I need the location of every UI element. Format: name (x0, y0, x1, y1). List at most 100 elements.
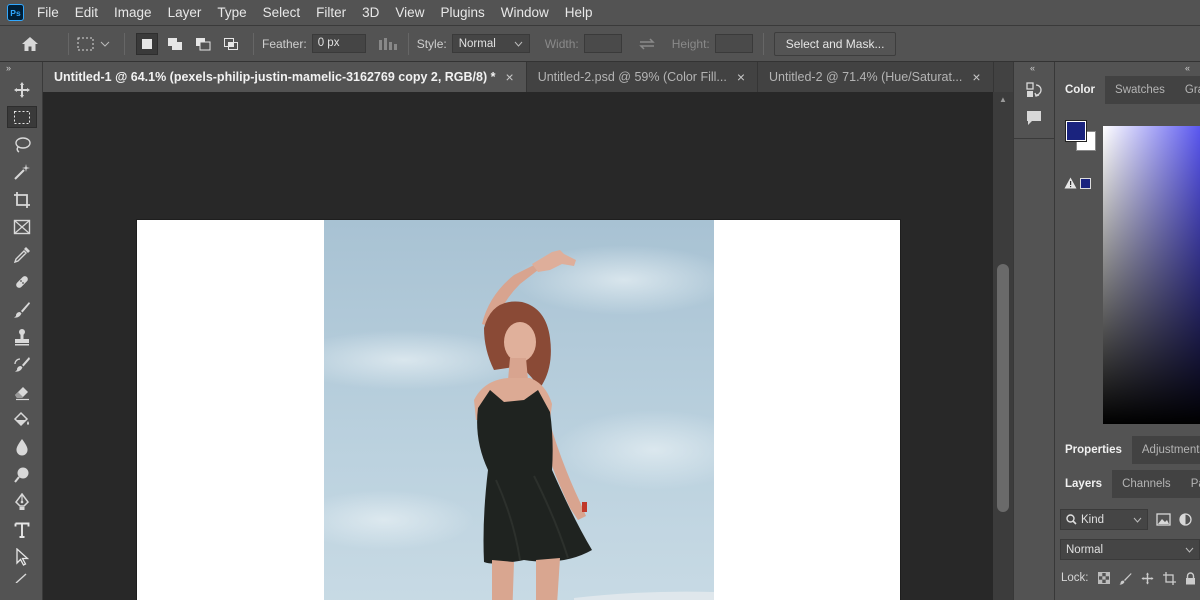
comments-panel-button[interactable] (1014, 104, 1054, 132)
menu-help[interactable]: Help (557, 5, 601, 20)
lock-all-icon[interactable] (1185, 571, 1196, 585)
options-bar: Feather: 0 px Style: Normal Width: Heigh… (0, 26, 1200, 62)
menu-layer[interactable]: Layer (160, 5, 210, 20)
tab-color[interactable]: Color (1055, 76, 1106, 104)
tool-type[interactable] (0, 516, 43, 544)
add-selection-icon (168, 37, 182, 50)
tab-gradients[interactable]: Grad (1175, 76, 1200, 104)
tool-eyedropper[interactable] (0, 241, 43, 269)
photo-illustration (324, 220, 714, 600)
tab-swatches[interactable]: Swatches (1105, 76, 1175, 104)
layer-filter-kind-dropdown[interactable]: Kind (1060, 509, 1148, 530)
history-panel-button[interactable] (1014, 76, 1054, 104)
height-label: Height: (671, 36, 710, 51)
tool-brush[interactable] (0, 296, 43, 324)
tab-untitled-1[interactable]: Untitled-1 @ 64.1% (pexels-philip-justin… (43, 62, 527, 92)
lock-row: Lock: (1055, 569, 1200, 587)
lasso-icon (14, 137, 31, 153)
tool-history-brush[interactable] (0, 351, 43, 379)
layer-filter-row: Kind (1055, 509, 1200, 530)
menu-file[interactable]: File (35, 5, 67, 20)
expand-toolbar-button[interactable]: » (0, 62, 42, 76)
add-selection-button[interactable] (164, 33, 186, 55)
tool-dodge[interactable] (0, 461, 43, 489)
menu-plugins[interactable]: Plugins (432, 5, 492, 20)
swap-arrows-icon[interactable] (638, 37, 656, 50)
dodge-icon (13, 467, 28, 483)
width-input[interactable] (583, 34, 622, 53)
tool-eraser[interactable] (0, 379, 43, 407)
feather-input[interactable]: 0 px (311, 34, 366, 53)
tool-blur[interactable] (0, 434, 43, 462)
tool-magic-wand[interactable] (0, 159, 43, 187)
tool-pen[interactable] (0, 489, 43, 517)
history-brush-icon (13, 356, 30, 372)
menu-select[interactable]: Select (255, 5, 309, 20)
tool-move[interactable] (0, 76, 43, 104)
menu-edit[interactable]: Edit (67, 5, 106, 20)
divider (124, 32, 125, 55)
frame-icon (13, 220, 30, 235)
web-safe-color-swatch[interactable] (1080, 177, 1091, 189)
tool-crop[interactable] (0, 186, 43, 214)
image-filter-icon[interactable] (1156, 513, 1171, 526)
lock-image-pixels-icon[interactable] (1119, 572, 1132, 585)
scroll-up-icon[interactable]: ▲ (993, 92, 1013, 108)
tab-layers[interactable]: Layers (1055, 470, 1113, 498)
intersect-selection-button[interactable] (220, 33, 242, 55)
menu-type[interactable]: Type (209, 5, 254, 20)
menu-3d[interactable]: 3D (354, 5, 387, 20)
lock-position-icon[interactable] (1141, 572, 1154, 585)
collapse-dock-button[interactable]: « (1014, 62, 1054, 76)
collapse-panels-button[interactable]: « (1055, 62, 1200, 76)
tool-healing-brush[interactable] (0, 269, 43, 297)
tab-properties[interactable]: Properties (1055, 436, 1132, 464)
lock-artboard-icon[interactable] (1162, 571, 1176, 585)
vertical-scrollbar[interactable]: ▲ (993, 92, 1013, 600)
height-input[interactable] (714, 34, 753, 53)
move-icon (13, 81, 30, 98)
pen-icon (14, 493, 29, 511)
home-button[interactable] (0, 36, 60, 52)
tool-clone-stamp[interactable] (0, 324, 43, 352)
tool-more[interactable] (0, 571, 43, 585)
anti-alias-icon[interactable] (378, 37, 400, 51)
tab-untitled-2-psd[interactable]: Untitled-2.psd @ 59% (Color Fill... × (527, 62, 759, 92)
rectangular-marquee-icon (13, 110, 30, 124)
scrollbar-thumb[interactable] (997, 264, 1009, 512)
foreground-color-swatch[interactable] (1066, 121, 1086, 141)
color-picker-field[interactable] (1103, 126, 1200, 424)
tool-marquee[interactable] (0, 104, 43, 132)
properties-panel-tabs: Properties Adjustments (1055, 436, 1200, 464)
close-icon[interactable]: × (737, 69, 745, 85)
close-icon[interactable]: × (972, 69, 980, 85)
tool-frame[interactable] (0, 214, 43, 242)
tool-lasso[interactable] (0, 131, 43, 159)
photoshop-logo-icon[interactable]: Ps (7, 4, 24, 21)
eraser-icon (14, 387, 29, 401)
divider (253, 32, 254, 55)
menu-filter[interactable]: Filter (308, 5, 354, 20)
select-and-mask-button[interactable]: Select and Mask... (773, 31, 897, 56)
style-dropdown[interactable]: Normal (451, 34, 530, 53)
canvas-workspace[interactable] (43, 92, 993, 600)
menu-view[interactable]: View (387, 5, 432, 20)
document-canvas[interactable] (137, 220, 900, 600)
tab-paths[interactable]: Path (1181, 470, 1200, 498)
new-selection-button[interactable] (136, 32, 158, 55)
menu-window[interactable]: Window (493, 5, 557, 20)
adjustment-filter-icon[interactable] (1179, 513, 1192, 526)
tab-untitled-2[interactable]: Untitled-2 @ 71.4% (Hue/Saturat... × (758, 62, 994, 92)
tool-paint-bucket[interactable] (0, 406, 43, 434)
menu-image[interactable]: Image (106, 5, 160, 20)
tool-preset-picker[interactable] (77, 37, 110, 51)
gamut-warning[interactable] (1064, 177, 1091, 189)
lock-transparent-pixels-icon[interactable] (1097, 572, 1110, 584)
close-icon[interactable]: × (506, 69, 514, 85)
tab-channels[interactable]: Channels (1112, 470, 1181, 498)
subtract-selection-button[interactable] (192, 33, 214, 55)
tab-adjustments[interactable]: Adjustments (1132, 436, 1200, 464)
blend-mode-dropdown[interactable]: Normal (1060, 539, 1200, 560)
tool-path-selection[interactable] (0, 544, 43, 572)
chevron-down-icon (1185, 547, 1194, 553)
